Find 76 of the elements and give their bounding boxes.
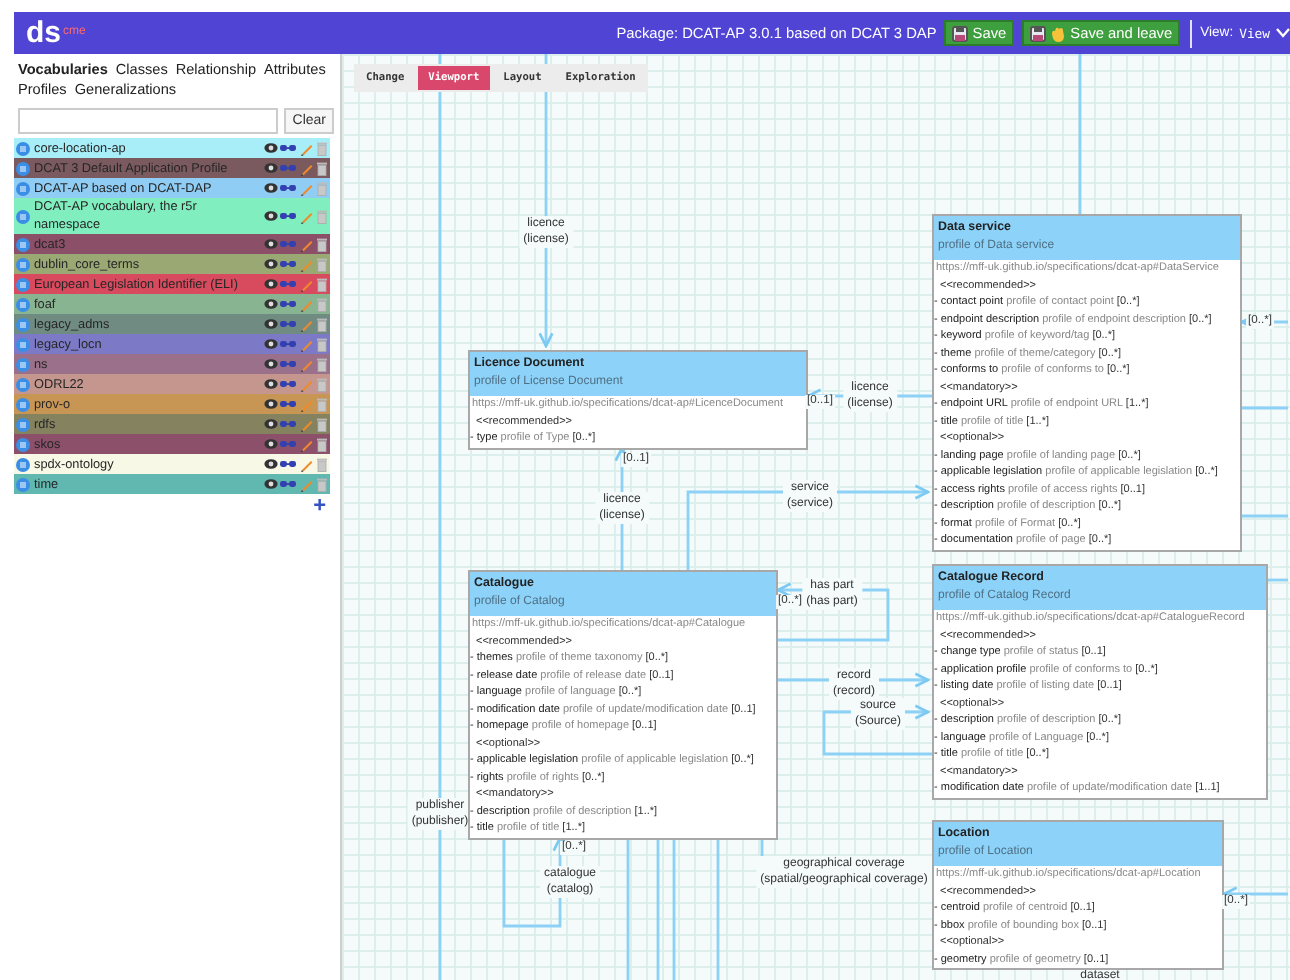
list-icon [16, 237, 30, 251]
eye-icon[interactable] [263, 378, 277, 390]
logo: ds$^{cme}$ [26, 18, 86, 48]
trash-icon[interactable] [316, 337, 328, 351]
pencil-icon[interactable] [299, 161, 313, 175]
class-node[interactable] [932, 214, 1242, 551]
link-icon[interactable] [280, 460, 296, 468]
list-icon [16, 437, 30, 451]
link-icon[interactable] [280, 212, 296, 220]
list-icon [16, 161, 30, 175]
link-icon[interactable] [280, 480, 296, 488]
trash-icon[interactable] [316, 257, 328, 271]
eye-icon[interactable] [263, 338, 277, 350]
list-icon [16, 477, 30, 491]
trash-icon[interactable] [316, 357, 328, 371]
eye-icon[interactable] [263, 278, 277, 290]
trash-icon[interactable] [316, 141, 328, 155]
list-icon [16, 317, 30, 331]
list-icon [16, 257, 30, 271]
eye-icon[interactable] [263, 258, 277, 270]
pencil-icon[interactable] [299, 357, 313, 371]
class-node[interactable] [468, 570, 778, 839]
pencil-icon[interactable] [299, 457, 313, 471]
eye-icon[interactable] [263, 298, 277, 310]
eye-icon[interactable] [263, 398, 277, 410]
add-button[interactable]: + [313, 496, 326, 518]
connector-line [1238, 514, 1288, 518]
pencil-icon[interactable] [299, 209, 313, 223]
list-icon [16, 277, 30, 291]
eye-icon[interactable] [263, 142, 277, 154]
pencil-icon[interactable] [299, 141, 313, 155]
list-icon [16, 297, 30, 311]
connector-line [1238, 406, 1288, 410]
trash-icon[interactable] [316, 437, 328, 451]
eye-icon[interactable] [263, 318, 277, 330]
eye-icon[interactable] [263, 182, 277, 194]
pencil-icon[interactable] [299, 181, 313, 195]
list-icon [16, 357, 30, 371]
trash-icon[interactable] [316, 417, 328, 431]
trash-icon[interactable] [316, 161, 328, 175]
pencil-icon[interactable] [299, 277, 313, 291]
pencil-icon[interactable] [299, 437, 313, 451]
hand-icon [1050, 25, 1067, 41]
eye-icon[interactable] [263, 210, 277, 222]
pencil-icon[interactable] [299, 237, 313, 251]
eye-icon[interactable] [263, 162, 277, 174]
list-icon [16, 181, 30, 195]
eye-icon[interactable] [263, 238, 277, 250]
caret-icon [1276, 28, 1290, 38]
search-field[interactable] [18, 108, 279, 134]
list-icon [16, 337, 30, 351]
trash-icon[interactable] [316, 237, 328, 251]
trash-icon[interactable] [316, 277, 328, 291]
list-icon [16, 209, 30, 223]
list-icon [16, 141, 30, 155]
pencil-icon[interactable] [299, 317, 313, 331]
list-icon [16, 417, 30, 431]
list-icon [16, 397, 30, 411]
list-icon [16, 377, 30, 391]
pencil-icon[interactable] [299, 337, 313, 351]
eye-icon[interactable] [263, 478, 277, 490]
class-node[interactable] [932, 564, 1268, 799]
link-icon[interactable] [280, 184, 296, 192]
link-icon[interactable] [280, 144, 296, 152]
link-icon[interactable] [280, 300, 296, 308]
class-node[interactable] [932, 820, 1224, 970]
trash-icon[interactable] [316, 317, 328, 331]
eye-icon[interactable] [263, 418, 277, 430]
pencil-icon[interactable] [299, 417, 313, 431]
trash-icon[interactable] [316, 377, 328, 391]
trash-icon[interactable] [316, 457, 328, 471]
trash-icon[interactable] [316, 397, 328, 411]
eye-icon[interactable] [263, 458, 277, 470]
eye-icon[interactable] [263, 438, 277, 450]
eye-icon[interactable] [263, 358, 277, 370]
list-icon [16, 457, 30, 471]
